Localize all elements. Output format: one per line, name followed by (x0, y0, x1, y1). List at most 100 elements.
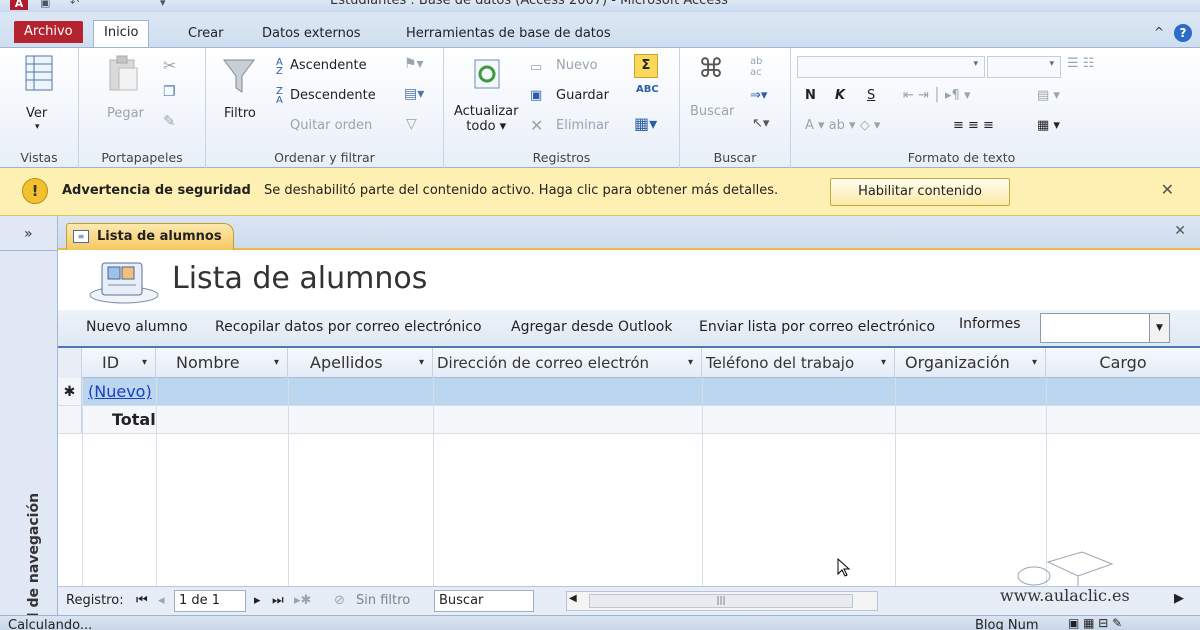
save-icon[interactable]: ▣ (40, 0, 50, 9)
replace-icon[interactable]: ab ac (750, 56, 762, 78)
enviar-lista-link[interactable]: Enviar lista por correo electrónico (699, 319, 935, 335)
view-buttons[interactable]: ▣ ▦ ⊟ ✎ (1068, 616, 1122, 630)
new-record-row[interactable]: ✱ (Nuevo) (58, 378, 1200, 406)
agregar-outlook-link[interactable]: Agregar desde Outlook (511, 319, 672, 335)
group-buscar: ⌘ Buscar ab ac ⇒▾ ↖▾ Buscar (680, 48, 791, 169)
font-size-dropdown[interactable]: ▾ (987, 56, 1061, 78)
tab-archivo[interactable]: Archivo (14, 21, 83, 43)
indent-icons[interactable]: ⇤ ⇥ │ ▸¶ ▾ (903, 88, 970, 103)
navigation-pane[interactable]: » Panel de navegación (0, 216, 58, 630)
quitar-orden-button[interactable]: Quitar orden (290, 118, 372, 133)
new-record-nav-icon[interactable]: ▸✱ (294, 593, 311, 608)
group-label-ordenar: Ordenar y filtrar (274, 150, 375, 165)
align-icons[interactable]: ≡ ≡ ≡ (953, 118, 994, 133)
scroll-thumb[interactable]: ||| (589, 594, 853, 608)
nuevo-button[interactable]: Nuevo (556, 58, 598, 73)
column-header-apellidos[interactable]: Apellidos ▾ (288, 348, 433, 378)
warning-icon: ! (22, 178, 48, 204)
gridlines-icon[interactable]: ▦ ▾ (1037, 118, 1060, 133)
recopilar-datos-link[interactable]: Recopilar datos por correo electrónico (215, 319, 482, 335)
font-color-icon[interactable]: A ▾ ab ▾ ◇ ▾ (805, 118, 880, 133)
grid-line (433, 378, 434, 588)
alt-row-color-icon[interactable]: ▤ ▾ (1037, 88, 1060, 103)
previous-record-icon[interactable]: ◂ (158, 593, 165, 608)
tab-crear[interactable]: Crear (178, 22, 233, 48)
bullets-icon[interactable]: ☰ ☷ (1067, 56, 1094, 71)
italic-button[interactable]: K (835, 88, 845, 103)
chevron-down-icon[interactable]: ▾ (274, 348, 279, 378)
form-title: Lista de alumnos (172, 261, 428, 296)
horizontal-scrollbar[interactable]: ◀ ||| (566, 591, 878, 611)
chevron-down-icon[interactable]: ▾ (419, 348, 424, 378)
tab-datos-externos[interactable]: Datos externos (252, 22, 371, 48)
minimize-ribbon-icon[interactable]: ^ (1154, 25, 1164, 39)
help-icon[interactable]: ? (1174, 24, 1192, 42)
advanced-filter-icon[interactable]: ▤▾ (404, 86, 424, 102)
scroll-left-icon[interactable]: ◀ (569, 593, 577, 604)
undo-icon[interactable]: ↶ (70, 0, 79, 9)
column-header-cargo[interactable]: Cargo (1046, 348, 1200, 378)
document-tab[interactable]: ≡ Lista de alumnos (66, 223, 234, 250)
spelling-icon[interactable]: ABC (636, 84, 659, 95)
copy-icon[interactable]: ❐ (163, 84, 176, 100)
first-record-icon[interactable]: ⏮ (136, 593, 148, 608)
sort-ascending-button[interactable]: Ascendente (290, 58, 367, 73)
chevron-down-icon[interactable]: ▾ (35, 122, 40, 132)
enable-content-button[interactable]: Habilitar contenido (830, 178, 1010, 206)
select-all-cell[interactable] (58, 348, 82, 378)
last-record-icon[interactable]: ⏭ (272, 593, 284, 608)
tab-herramientas[interactable]: Herramientas de base de datos (396, 22, 621, 48)
column-header-id[interactable]: ID ▾ (82, 348, 156, 378)
next-record-icon[interactable]: ▸ (254, 593, 261, 608)
scroll-right-icon[interactable]: ▶ (1174, 591, 1184, 606)
new-record-id[interactable]: (Nuevo) (88, 378, 152, 406)
chevron-down-icon[interactable]: ▼ (1149, 314, 1169, 342)
bold-button[interactable]: N (805, 88, 816, 103)
format-painter-icon[interactable]: ✎ (163, 112, 176, 130)
toggle-filter-icon[interactable]: ▽ (406, 116, 417, 132)
filtro-button[interactable]: Filtro (224, 106, 256, 121)
column-header-correo[interactable]: Dirección de correo electrón ▾ (433, 348, 702, 378)
chevron-down-icon[interactable]: ▾ (881, 348, 886, 378)
filter-status-label[interactable]: Sin filtro (356, 593, 410, 608)
close-icon[interactable]: ✕ (1161, 180, 1174, 199)
column-header-organizacion[interactable]: Organización ▾ (895, 348, 1046, 378)
tab-inicio[interactable]: Inicio (93, 20, 150, 48)
column-header-telefono[interactable]: Teléfono del trabajo ▾ (702, 348, 895, 378)
total-row[interactable]: Total (58, 406, 1200, 434)
expand-nav-icon[interactable]: » (24, 226, 33, 242)
select-icon[interactable]: ↖▾ (752, 116, 769, 131)
actualizar-button[interactable]: Actualizar todo ▾ (454, 104, 518, 134)
access-app-icon[interactable]: A (10, 0, 28, 10)
row-selector[interactable] (58, 406, 82, 433)
filter-status-icon: ⊘ (334, 593, 345, 608)
goto-icon[interactable]: ⇒▾ (750, 88, 767, 103)
new-record-marker[interactable]: ✱ (58, 378, 82, 405)
customize-toolbar-icon[interactable]: ▾ (160, 0, 166, 9)
nuevo-alumno-link[interactable]: Nuevo alumno (86, 319, 188, 335)
more-records-icon[interactable]: ▦▾ (634, 114, 657, 133)
totals-sigma-icon[interactable]: Σ (634, 54, 658, 78)
guardar-button[interactable]: Guardar (556, 88, 609, 103)
chevron-down-icon[interactable]: ▾ (142, 348, 147, 378)
buscar-button[interactable]: Buscar (690, 104, 734, 119)
cut-icon[interactable]: ✂ (163, 56, 176, 75)
nav-pane-label[interactable]: Panel de navegación (26, 493, 42, 630)
informes-dropdown[interactable]: ▼ (1040, 313, 1170, 343)
font-name-dropdown[interactable]: ▾ (797, 56, 985, 78)
search-input[interactable]: Buscar (434, 590, 534, 612)
eliminar-button[interactable]: Eliminar (556, 118, 609, 133)
num-lock-indicator: Bloq Num (975, 618, 1039, 630)
column-label: Dirección de correo electrón (437, 354, 650, 372)
underline-button[interactable]: S (867, 88, 875, 103)
pegar-button[interactable]: Pegar (107, 106, 144, 121)
selection-filter-icon[interactable]: ⚑▾ (404, 56, 424, 72)
chevron-down-icon[interactable]: ▾ (1032, 348, 1037, 378)
chevron-down-icon[interactable]: ▾ (688, 348, 693, 378)
column-header-nombre[interactable]: Nombre ▾ (156, 348, 288, 378)
record-position-field[interactable]: 1 de 1 (174, 590, 246, 612)
close-document-icon[interactable]: ✕ (1174, 223, 1186, 239)
sort-descending-button[interactable]: Descendente (290, 88, 376, 103)
security-message[interactable]: Se deshabilitó parte del contenido activ… (264, 183, 778, 198)
ver-button[interactable]: Ver (26, 106, 47, 121)
